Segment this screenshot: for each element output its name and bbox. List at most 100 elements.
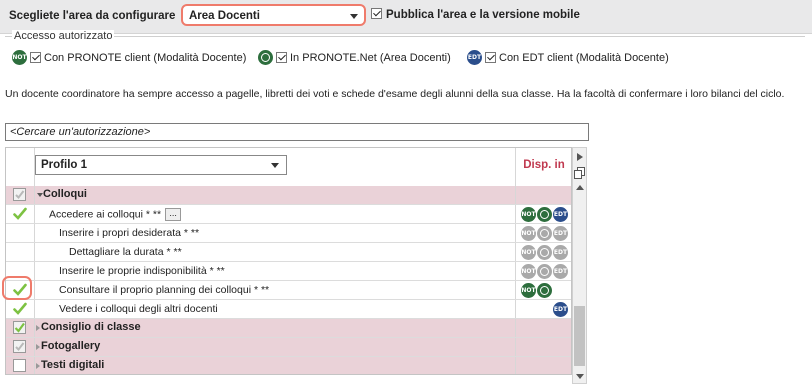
pronote-client-disabled-icon: NOT — [521, 244, 536, 260]
pronote-client-icon: NOT — [12, 50, 27, 65]
row-check-cell[interactable] — [6, 300, 35, 318]
access-item-pronote-client: NOT Con PRONOTE client (Modalità Docente… — [12, 50, 246, 65]
pronote-client-checkbox[interactable] — [30, 52, 41, 63]
permissions-table: Profilo 1 Disp. in Colloqui Accedere ai … — [5, 147, 572, 375]
permission-label: Inserire le proprie indisponibilità * ** — [59, 265, 225, 277]
pronote-net-checkbox[interactable] — [276, 52, 287, 63]
access-item-edt-client: EDT Con EDT client (Modalità Docente) — [467, 50, 669, 65]
copy-icon[interactable] — [574, 167, 586, 180]
highlight-ring — [2, 276, 32, 300]
unchecked-checkbox[interactable] — [13, 359, 26, 372]
check-icon — [13, 207, 27, 220]
expand-arrow-icon[interactable] — [36, 363, 40, 369]
scrollbar-thumb[interactable] — [574, 306, 585, 366]
edt-client-icon: EDT — [467, 50, 482, 65]
publish-checkbox[interactable] — [371, 8, 382, 20]
row-check-cell[interactable] — [6, 243, 35, 261]
pronote-net-disabled-icon — [537, 225, 552, 241]
row-check-cell — [6, 357, 35, 374]
row-check-cell[interactable] — [6, 205, 35, 223]
table-scrollbar[interactable] — [572, 147, 587, 384]
area-select-value: Area Docenti — [189, 10, 260, 22]
pronote-client-disabled-icon: NOT — [521, 225, 536, 241]
table-row-consiglio-di-classe[interactable]: Consiglio di classe — [6, 319, 571, 338]
table-header: Profilo 1 Disp. in — [6, 148, 571, 187]
disp-in-header: Disp. in — [515, 148, 571, 186]
permission-label: Dettagliare la durata * ** — [69, 246, 182, 258]
permission-label: Inserire i propri desiderata * ** — [59, 227, 200, 239]
disp-cell: NOT — [515, 281, 571, 299]
more-options-button[interactable]: ... — [165, 208, 182, 221]
row-check-cell — [6, 338, 35, 356]
disp-cell: NOT EDT — [515, 205, 571, 223]
edt-client-checkbox[interactable] — [485, 52, 496, 63]
table-row-testi-digitali[interactable]: Testi digitali — [6, 357, 571, 374]
table-row-colloqui[interactable]: Colloqui — [6, 186, 571, 205]
publish-toggle[interactable]: Pubblica l'area e la versione mobile — [371, 8, 580, 21]
permission-label: Vedere i colloqui degli altri docenti — [59, 303, 218, 315]
disp-cell: EDT — [515, 300, 571, 318]
check-icon — [13, 302, 27, 315]
partial-checkbox[interactable] — [13, 340, 26, 353]
pronote-net-icon — [258, 50, 273, 65]
area-config-label: Scegliete l'area da configurare — [9, 10, 176, 22]
disp-cell: NOT EDT — [515, 243, 571, 261]
table-row[interactable]: Accedere ai colloqui * **... NOT EDT — [6, 205, 571, 224]
edt-client-disabled-icon: EDT — [553, 244, 568, 260]
edt-client-disabled-icon: EDT — [553, 225, 568, 241]
permission-label: Consultare il proprio planning dei collo… — [59, 284, 270, 296]
pronote-client-icon: NOT — [521, 206, 536, 222]
profile-select-value: Profilo 1 — [41, 159, 88, 171]
table-row[interactable]: Inserire i propri desiderata * ** NOT ED… — [6, 224, 571, 243]
table-row-fotogallery[interactable]: Fotogallery — [6, 338, 571, 357]
pronote-net-disabled-icon — [537, 263, 552, 279]
scroll-down-icon[interactable] — [576, 374, 584, 379]
permission-search-input[interactable] — [6, 124, 588, 140]
partial-checkbox[interactable] — [13, 188, 26, 201]
checked-checkbox[interactable] — [13, 321, 26, 334]
disp-cell — [515, 338, 571, 356]
access-legend: Accesso autorizzato — [12, 30, 115, 42]
table-row[interactable]: Inserire le proprie indisponibilità * **… — [6, 262, 571, 281]
pronote-client-disabled-icon: NOT — [521, 263, 536, 279]
row-check-cell[interactable] — [6, 224, 35, 242]
category-label: Testi digitali — [41, 359, 105, 371]
category-label: Fotogallery — [41, 340, 101, 352]
area-select[interactable]: Area Docenti — [181, 4, 366, 26]
access-item-pronote-net: In PRONOTE.Net (Area Docenti) — [258, 50, 451, 65]
table-row[interactable]: Consultare il proprio planning dei collo… — [6, 281, 571, 300]
category-label: Consiglio di classe — [41, 321, 141, 333]
disp-cell: NOT EDT — [515, 262, 571, 280]
access-item-label: Con PRONOTE client (Modalità Docente) — [44, 51, 247, 64]
expand-arrow-icon[interactable] — [36, 344, 40, 350]
edt-client-icon: EDT — [553, 301, 568, 317]
pronote-net-icon — [537, 282, 552, 298]
pronote-client-icon: NOT — [521, 282, 536, 298]
edt-client-icon: EDT — [553, 206, 568, 222]
pronote-net-icon — [537, 206, 552, 222]
disp-cell: NOT EDT — [515, 224, 571, 242]
permission-search[interactable] — [5, 123, 589, 141]
publish-label: Pubblica l'area e la versione mobile — [386, 9, 580, 21]
table-row[interactable]: Dettagliare la durata * ** NOT EDT — [6, 243, 571, 262]
category-label: Colloqui — [43, 188, 87, 200]
expand-right-icon[interactable] — [577, 153, 583, 161]
table-row[interactable]: Vedere i colloqui degli altri docenti ED… — [6, 300, 571, 319]
access-item-label: In PRONOTE.Net (Area Docenti) — [290, 51, 451, 64]
area-config-bar: Scegliete l'area da configurare Area Doc… — [0, 0, 812, 34]
chevron-down-icon — [350, 14, 358, 19]
check-column-header — [6, 148, 35, 186]
expand-arrow-icon[interactable] — [36, 325, 40, 331]
disp-cell — [515, 357, 571, 374]
disp-cell — [515, 186, 571, 204]
permission-description: Un docente coordinatore ha sempre access… — [5, 88, 785, 100]
profile-select[interactable]: Profilo 1 — [35, 155, 287, 175]
disp-cell — [515, 319, 571, 337]
access-item-label: Con EDT client (Modalità Docente) — [499, 51, 669, 64]
pronote-net-disabled-icon — [537, 244, 552, 260]
row-check-cell — [6, 319, 35, 337]
scroll-up-icon[interactable] — [576, 185, 584, 190]
permission-label: Accedere ai colloqui * **... — [49, 208, 182, 221]
chevron-down-icon — [271, 163, 279, 168]
row-check-cell — [6, 186, 35, 204]
